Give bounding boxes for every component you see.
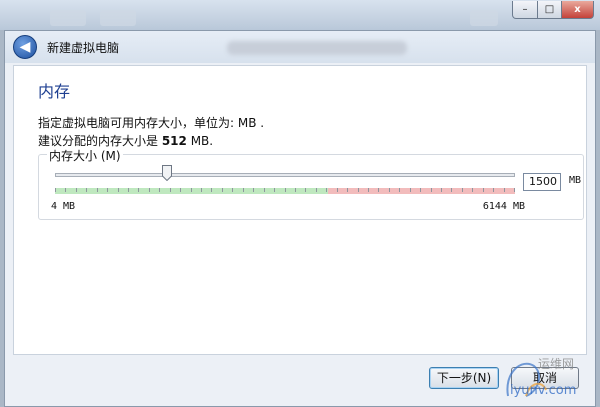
memory-slider-thumb[interactable] bbox=[162, 165, 173, 181]
minimize-button[interactable]: – bbox=[512, 1, 538, 19]
wizard-header: ◀ 新建虚拟电脑 bbox=[5, 31, 595, 63]
watermark-logo: 运维网 iyunv.com bbox=[506, 357, 576, 398]
window-controls: – □ x bbox=[512, 1, 594, 19]
memory-slider-track[interactable] bbox=[55, 173, 515, 177]
memory-unit-label: MB bbox=[569, 175, 582, 186]
memory-size-label: 内存大小 (M) bbox=[47, 147, 123, 164]
memory-description: 指定虚拟电脑可用内存大小，单位为: MB . bbox=[38, 116, 265, 130]
max-memory-label: 6144 MB bbox=[482, 201, 525, 212]
wizard-title: 新建虚拟电脑 bbox=[47, 41, 120, 55]
watermark-url: iyunv.com bbox=[510, 383, 576, 398]
background-tab bbox=[470, 10, 498, 26]
close-button[interactable]: x bbox=[562, 1, 594, 19]
blurred-background-text bbox=[227, 41, 407, 55]
tick-marks bbox=[55, 188, 515, 192]
memory-size-input[interactable]: 1500 bbox=[523, 173, 561, 191]
next-button[interactable]: 下一步(N) bbox=[429, 367, 499, 389]
arrow-left-icon: ◀ bbox=[19, 39, 31, 55]
page-title: 内存 bbox=[38, 82, 71, 101]
memory-size-group: 内存大小 (M) 4 MB 6144 MB 1500 MB bbox=[38, 147, 584, 220]
maximize-button[interactable]: □ bbox=[538, 1, 562, 19]
wizard-page: 内存 指定虚拟电脑可用内存大小，单位为: MB . 建议分配的内存大小是 512… bbox=[13, 65, 587, 355]
min-memory-label: 4 MB bbox=[51, 201, 76, 212]
watermark-title: 运维网 bbox=[538, 357, 574, 371]
background-tab bbox=[50, 10, 86, 26]
back-button[interactable]: ◀ bbox=[13, 35, 37, 59]
background-tab bbox=[100, 10, 136, 26]
background-window-titlebar bbox=[0, 0, 600, 30]
memory-scale bbox=[55, 188, 515, 194]
